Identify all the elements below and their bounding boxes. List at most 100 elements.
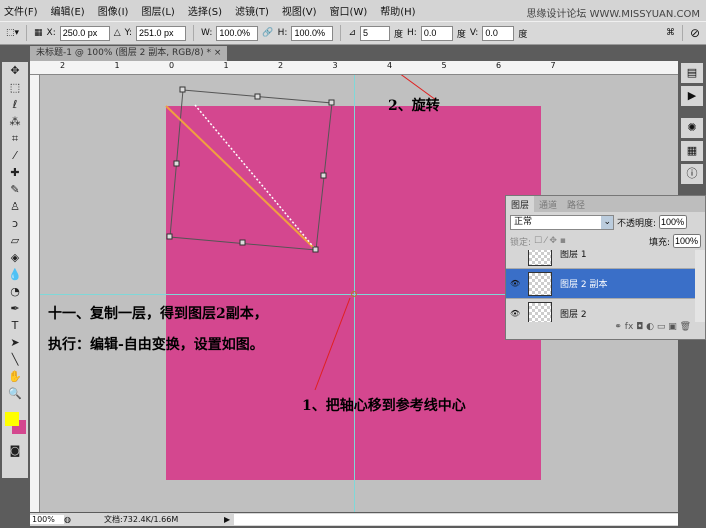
crop-icon[interactable]: ⌗: [2, 130, 28, 147]
horizontal-ruler: 2 1 0 1 2 3 4 5 6 7: [30, 61, 678, 75]
status-bar: 100% ◍ 文档:732.4K/1.66M ▶: [30, 513, 678, 526]
height-input[interactable]: [291, 25, 334, 41]
type-icon[interactable]: T: [2, 317, 28, 334]
info-icon[interactable]: ⓘ: [681, 164, 703, 184]
x-input[interactable]: [59, 25, 110, 41]
menu-layer[interactable]: 图层(L): [141, 3, 174, 18]
layer-actions[interactable]: ⚭ fx ◘ ◐ ▭ ▣ 🗑: [506, 322, 705, 332]
transform-box: [169, 89, 333, 251]
fill-input[interactable]: [673, 234, 701, 248]
actions-icon[interactable]: ▶: [681, 86, 703, 106]
chevron-down-icon: ⌄: [601, 215, 613, 229]
warp-icon[interactable]: ⌘: [666, 28, 675, 38]
healing-icon[interactable]: ✚: [2, 164, 28, 181]
menu-image[interactable]: 图像(I): [98, 3, 129, 18]
history-icon[interactable]: ▤: [681, 63, 703, 83]
opacity-label: 不透明度:: [617, 218, 657, 229]
tab-layers[interactable]: 图层: [506, 196, 535, 212]
vskew-label: V:: [469, 28, 479, 38]
cancel-icon[interactable]: ⊘: [690, 26, 700, 40]
width-input[interactable]: [216, 25, 259, 41]
move-icon[interactable]: ✥: [2, 62, 28, 79]
x-label: X:: [46, 28, 56, 38]
lock-icons[interactable]: ☐ ⁄ ✥ ▪: [534, 236, 566, 246]
close-icon[interactable]: ×: [214, 48, 222, 58]
dodge-icon[interactable]: ◔: [2, 283, 28, 300]
link-icon[interactable]: 🔗: [262, 28, 273, 38]
h-label: H:: [277, 28, 288, 38]
orange-line: [165, 105, 317, 251]
layer-name: 图层 1: [560, 250, 587, 260]
layer-name: 图层 2: [560, 310, 587, 320]
angle-input[interactable]: [360, 25, 390, 41]
marquee-icon[interactable]: ⬚: [2, 79, 28, 96]
layer-row[interactable]: 👁 图层 2: [506, 298, 696, 322]
deg-label: 度: [518, 29, 528, 40]
layer-thumbnail: [528, 301, 552, 322]
navigator-icon[interactable]: ✺: [681, 118, 703, 138]
toolbox: ✥ ⬚ ℓ ⁂ ⌗ ⁄ ✚ ✎ ♙ ↄ ▱ ◈ 💧 ◔ ✒ T ➤ ╲ ✋ 🔍 …: [2, 62, 28, 478]
dotted-line: [194, 104, 317, 251]
layers-scrollbar[interactable]: [695, 250, 705, 322]
ruler-label: 2: [278, 61, 284, 70]
vskew-input[interactable]: [482, 25, 515, 41]
menu-file[interactable]: 文件(F): [4, 3, 38, 18]
brush-icon[interactable]: ✎: [2, 181, 28, 198]
arrow-pivot: [314, 297, 351, 391]
tab-channels[interactable]: 通道: [534, 196, 562, 212]
bucket-icon[interactable]: ◈: [2, 249, 28, 266]
ruler-label: 0: [169, 61, 175, 70]
menu-edit[interactable]: 编辑(E): [51, 3, 85, 18]
opacity-input[interactable]: [659, 215, 688, 229]
fill-label: 填充:: [648, 237, 670, 248]
tool-preset-icon[interactable]: ⬚▾: [6, 28, 19, 38]
quick-mask-icon[interactable]: ◙: [2, 442, 28, 459]
histogram-icon[interactable]: ▦: [681, 141, 703, 161]
menu-window[interactable]: 窗口(W): [330, 3, 368, 18]
eraser-icon[interactable]: ▱: [2, 232, 28, 249]
y-label: Y:: [124, 28, 133, 38]
layers-panel: 图层 通道 路径 正常 ⌄ 不透明度: 锁定: ☐ ⁄ ✥ ▪ 填充: 图层 1 …: [505, 195, 706, 340]
foreground-color[interactable]: [5, 412, 19, 426]
menu-select[interactable]: 选择(S): [188, 3, 222, 18]
angle-icon: ⊿: [348, 28, 356, 38]
eye-icon[interactable]: 👁: [510, 279, 520, 288]
document-tab[interactable]: 未标题-1 @ 100% (图层 2 副本, RGB/8) * ×: [30, 46, 228, 61]
blur-icon[interactable]: 💧: [2, 266, 28, 283]
line-icon[interactable]: ╲: [2, 351, 28, 368]
ruler-label: 1: [223, 61, 229, 70]
w-label: W:: [201, 28, 213, 38]
deg-label: 度: [456, 29, 466, 40]
zoom-icon[interactable]: 🔍: [2, 385, 28, 402]
lasso-icon[interactable]: ℓ: [2, 96, 28, 113]
vertical-ruler: [30, 75, 40, 512]
zoom-level[interactable]: 100%: [30, 515, 64, 524]
stamp-icon[interactable]: ♙: [2, 198, 28, 215]
magic-wand-icon[interactable]: ⁂: [2, 113, 28, 130]
menu-view[interactable]: 视图(V): [282, 3, 317, 18]
pen-icon[interactable]: ✒: [2, 300, 28, 317]
layer-list: 图层 1 👁 图层 2 副本 👁 图层 2: [506, 250, 705, 322]
status-menu-arrow[interactable]: ▶: [224, 515, 230, 524]
hskew-input[interactable]: [420, 25, 453, 41]
ruler-label: 6: [496, 61, 502, 70]
menu-filter[interactable]: 滤镜(T): [235, 3, 269, 18]
hskew-label: H:: [407, 28, 417, 38]
y-input[interactable]: [136, 25, 187, 41]
annotation-step: 十一、复制一层，得到图层2副本，: [48, 306, 268, 322]
eyedropper-icon[interactable]: ⁄: [2, 147, 28, 164]
path-select-icon[interactable]: ➤: [2, 334, 28, 351]
blend-mode-select[interactable]: 正常 ⌄: [510, 214, 614, 230]
eye-icon[interactable]: 👁: [510, 309, 520, 318]
blend-mode-value: 正常: [514, 216, 533, 227]
layer-row[interactable]: 图层 1: [506, 250, 696, 268]
tab-paths[interactable]: 路径: [562, 196, 590, 212]
hand-icon[interactable]: ✋: [2, 368, 28, 385]
horizontal-scrollbar[interactable]: [234, 514, 678, 525]
layer-row-selected[interactable]: 👁 图层 2 副本: [506, 268, 696, 298]
history-brush-icon[interactable]: ↄ: [2, 215, 28, 232]
menu-help[interactable]: 帮助(H): [380, 3, 415, 18]
ruler-label: 4: [387, 61, 393, 70]
layer-thumbnail: [528, 271, 552, 296]
reference-point-icon[interactable]: ▦: [34, 28, 43, 38]
